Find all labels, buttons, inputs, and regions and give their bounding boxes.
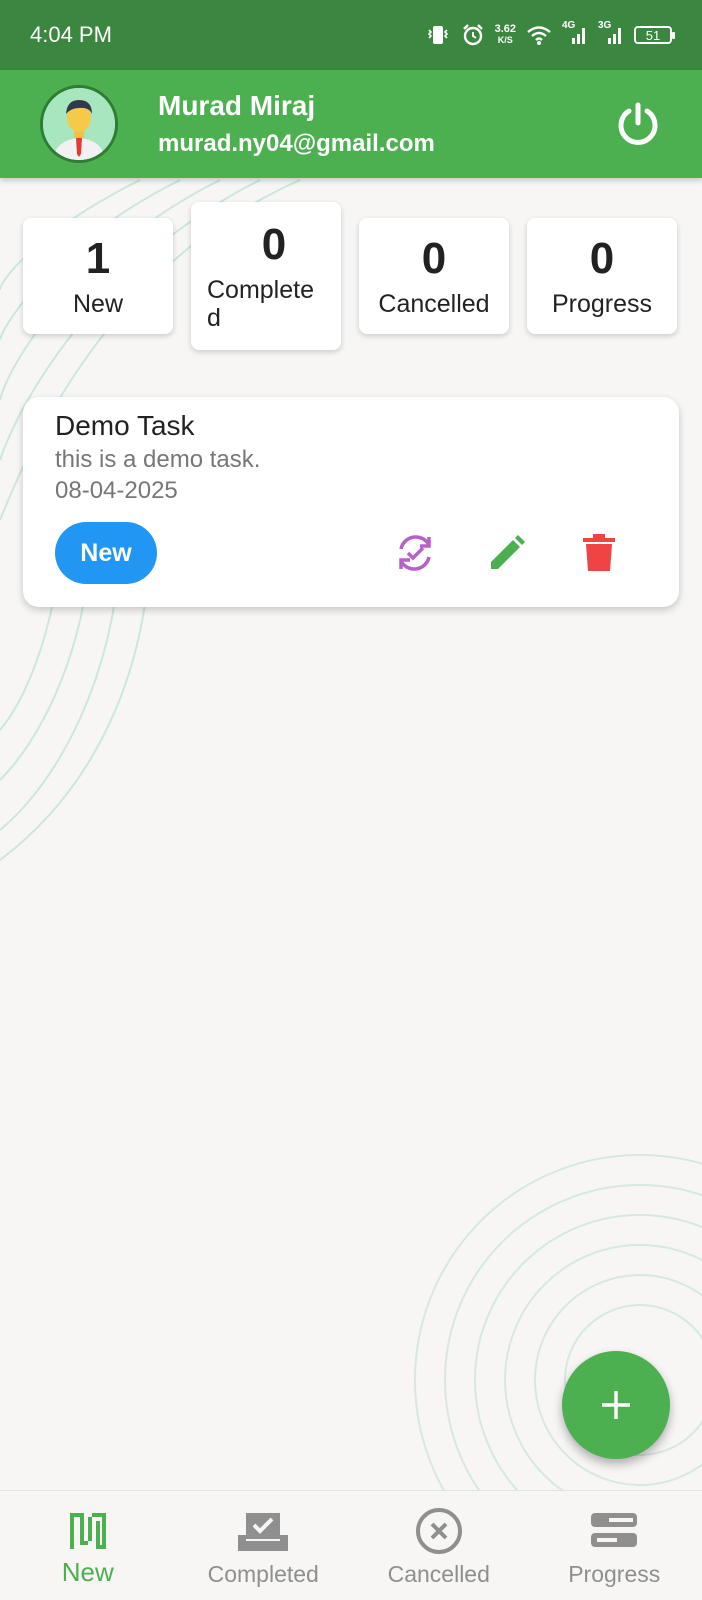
net-speed-value: 3.62 — [494, 23, 516, 35]
nav-label: Completed — [207, 1561, 319, 1587]
user-info: Murad Miraj murad.ny04@gmail.com — [158, 90, 435, 158]
summary-count: 0 — [421, 234, 447, 283]
vibrate-icon — [425, 24, 451, 46]
network-3g-label: 3G — [598, 20, 612, 31]
change-status-button[interactable] — [391, 527, 439, 579]
summary-card-cancelled[interactable]: 0 Cancelled — [359, 218, 509, 334]
avatar[interactable] — [40, 85, 118, 163]
summary-label: New — [72, 290, 123, 318]
summary-count: 0 — [261, 220, 287, 269]
new-tasks-icon — [66, 1507, 110, 1555]
summary-count: 0 — [589, 234, 615, 283]
user-email: murad.ny04@gmail.com — [158, 130, 435, 157]
sync-check-icon — [399, 535, 431, 571]
summary-card-new[interactable]: 1 New — [23, 218, 173, 334]
summary-label: Complete d — [207, 276, 314, 332]
nav-item-cancelled[interactable]: Cancelled — [351, 1491, 527, 1600]
summary-count: 1 — [85, 234, 111, 283]
nav-label: New — [61, 1557, 114, 1587]
battery-level: 51 — [645, 27, 661, 43]
status-time: 4:04 PM — [30, 22, 112, 47]
progress-tasks-icon — [589, 1507, 639, 1555]
signal-3g-icon: 3G — [598, 20, 624, 46]
nav-label: Cancelled — [387, 1561, 490, 1587]
user-avatar-icon — [43, 88, 115, 160]
task-description: this is a demo task. — [55, 446, 261, 473]
logout-button[interactable] — [614, 100, 662, 148]
task-summary: 1 New 0 Complete d 0 Cancelled 0 Progres… — [23, 200, 679, 360]
summary-label: Progress — [551, 290, 653, 318]
summary-card-progress[interactable]: 0 Progress — [527, 218, 677, 334]
bottom-navigation: New Completed Cancelled Progress — [0, 1490, 702, 1600]
task-status-chip[interactable]: New — [55, 522, 157, 584]
profile-header[interactable]: Murad Miraj murad.ny04@gmail.com — [0, 70, 702, 178]
summary-card-completed[interactable]: 0 Complete d — [191, 202, 341, 350]
plus-icon — [602, 1391, 630, 1419]
network-speed: 3.62 K/S — [495, 24, 516, 46]
battery-icon: 51 — [634, 26, 675, 44]
power-icon — [618, 102, 658, 145]
edit-task-button[interactable] — [483, 527, 531, 579]
completed-tasks-icon — [236, 1507, 290, 1555]
network-4g-label: 4G — [562, 20, 576, 31]
wifi-icon — [526, 24, 552, 46]
nav-item-new[interactable]: New — [0, 1491, 176, 1600]
signal-4g-icon: 4G — [562, 20, 588, 46]
nav-item-completed[interactable]: Completed — [176, 1491, 352, 1600]
nav-label: Progress — [568, 1561, 661, 1587]
status-bar: 4:04 PM 3.62 K/S 4G 3G 51 — [0, 0, 702, 70]
trash-icon — [583, 534, 615, 571]
task-card[interactable]: Demo Task this is a demo task. 08-04-202… — [23, 397, 679, 607]
alarm-icon — [461, 23, 485, 47]
cancelled-tasks-icon — [415, 1507, 463, 1555]
delete-task-button[interactable] — [575, 527, 623, 579]
net-speed-unit: K/S — [497, 35, 513, 45]
nav-item-progress[interactable]: Progress — [527, 1491, 702, 1600]
task-date: 08-04-2025 — [55, 477, 178, 504]
task-title: Demo Task — [55, 410, 195, 441]
pencil-icon — [491, 535, 525, 569]
add-task-fab[interactable] — [562, 1351, 670, 1459]
summary-label: Cancelled — [378, 290, 490, 318]
status-icons: 3.62 K/S 4G 3G 51 — [425, 20, 675, 47]
user-name: Murad Miraj — [158, 90, 316, 121]
